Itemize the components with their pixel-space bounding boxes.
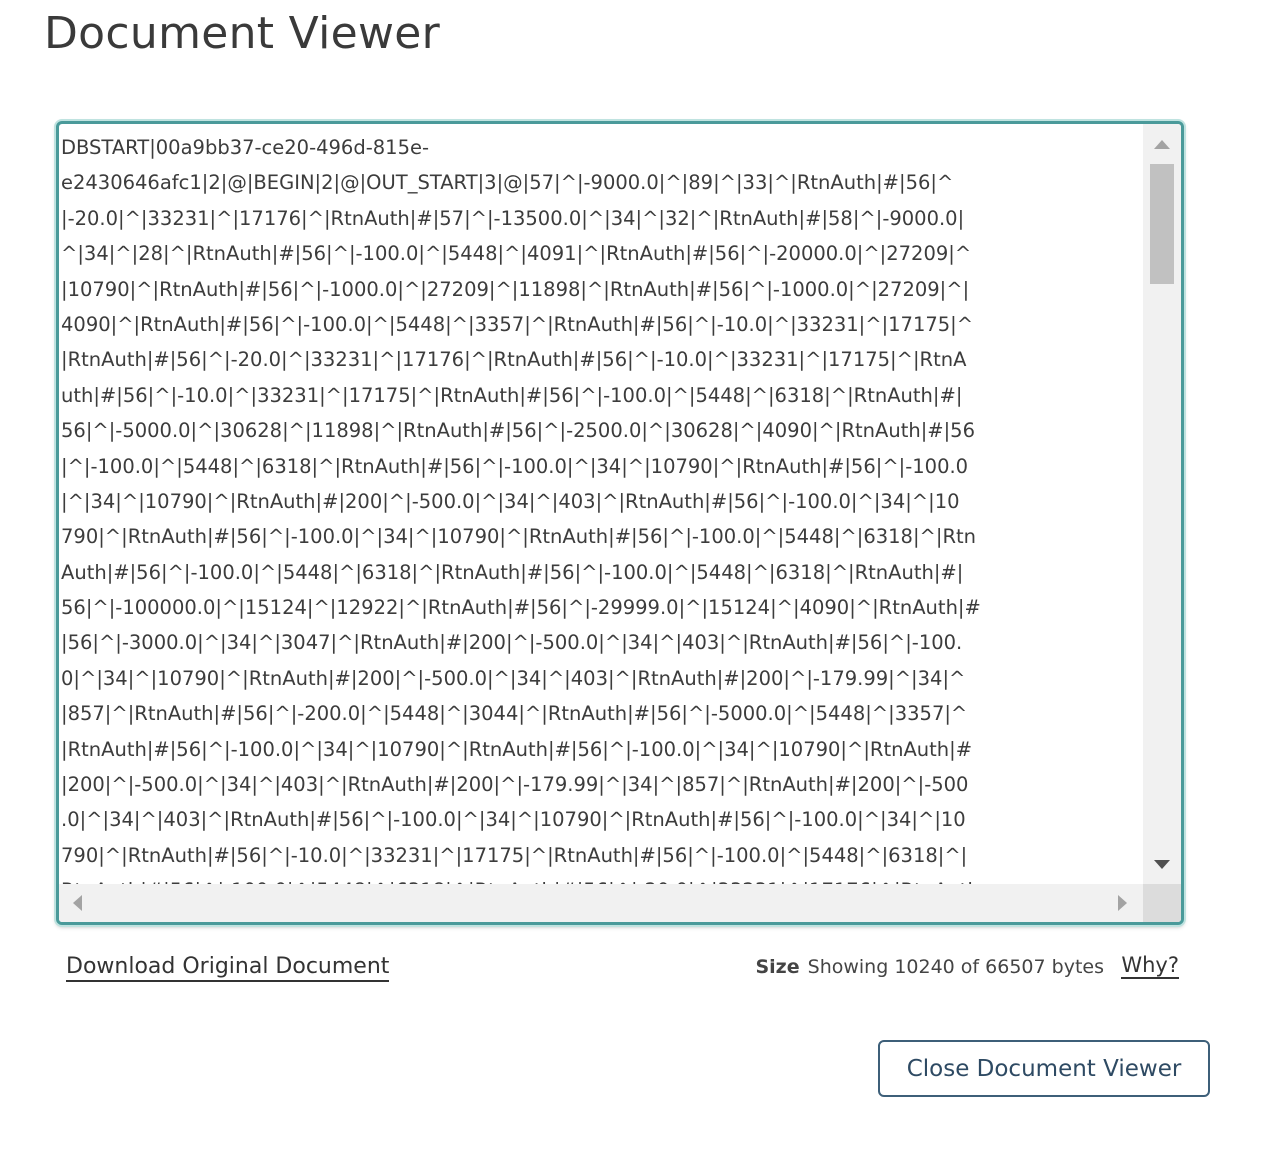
why-link[interactable]: Why? [1121, 953, 1179, 979]
download-original-document-link[interactable]: Download Original Document [66, 954, 390, 982]
horizontal-scrollbar[interactable] [59, 884, 1143, 922]
document-content[interactable]: DBSTART|00a9bb37-ce20-496d-815e-e2430646… [59, 124, 1143, 884]
document-text-line: uth|#|56|^|-10.0|^|33231|^|17175|^|RtnAu… [61, 383, 963, 407]
document-text-line: 790|^|RtnAuth|#|56|^|-10.0|^|33231|^|171… [61, 843, 968, 867]
document-text-line: |^|34|^|10790|^|RtnAuth|#|200|^|-500.0|^… [61, 489, 960, 513]
size-text: Showing 10240 of 66507 bytes [807, 956, 1104, 978]
document-text-line: |RtnAuth|#|56|^|-100.0|^|34|^|10790|^|Rt… [61, 737, 973, 761]
size-info: Size Showing 10240 of 66507 bytes [755, 956, 1104, 978]
document-text-line: e2430646afc1|2|@|BEGIN|2|@|OUT_START|3|@… [61, 171, 954, 195]
vertical-scrollbar-thumb[interactable] [1150, 164, 1174, 284]
scroll-left-arrow-icon[interactable] [73, 895, 82, 911]
vertical-scrollbar[interactable] [1143, 124, 1181, 884]
document-text-line: 0|^|34|^|10790|^|RtnAuth|#|200|^|-500.0|… [61, 666, 966, 690]
document-text-line: 56|^|-5000.0|^|30628|^|11898|^|RtnAuth|#… [61, 419, 975, 443]
scroll-right-arrow-icon[interactable] [1118, 895, 1127, 911]
document-text-line: DBSTART|00a9bb37-ce20-496d-815e- [61, 136, 430, 159]
document-text-area[interactable]: DBSTART|00a9bb37-ce20-496d-815e-e2430646… [56, 121, 1184, 925]
document-text-line: |10790|^|RtnAuth|#|56|^|-1000.0|^|27209|… [61, 277, 970, 301]
document-text-line: .0|^|34|^|403|^|RtnAuth|#|56|^|-100.0|^|… [61, 808, 966, 832]
document-text-line: 56|^|-100000.0|^|15124|^|12922|^|RtnAuth… [61, 596, 981, 620]
document-text-line: |200|^|-500.0|^|34|^|403|^|RtnAuth|#|200… [61, 773, 969, 797]
scrollbar-corner [1143, 884, 1181, 922]
close-document-viewer-button[interactable]: Close Document Viewer [878, 1040, 1210, 1097]
scroll-down-arrow-icon[interactable] [1154, 860, 1170, 869]
document-text-line: 4090|^|RtnAuth|#|56|^|-100.0|^|5448|^|33… [61, 312, 974, 336]
document-text-line: ^|34|^|28|^|RtnAuth|#|56|^|-100.0|^|5448… [61, 242, 972, 266]
document-text-line: |857|^|RtnAuth|#|56|^|-200.0|^|5448|^|30… [61, 702, 968, 726]
document-text-line: 790|^|RtnAuth|#|56|^|-100.0|^|34|^|10790… [61, 525, 976, 549]
document-text-line: RtnAuth|#|56|^|-100.0|^|5448|^|6318|^|Rt… [61, 873, 1143, 884]
document-text-line: |^|-100.0|^|5448|^|6318|^|RtnAuth|#|56|^… [61, 454, 969, 478]
document-text-line: Auth|#|56|^|-100.0|^|5448|^|6318|^|RtnAu… [61, 560, 964, 584]
size-label: Size [755, 956, 800, 978]
document-viewer-page: Document Viewer DBSTART|00a9bb37-ce20-49… [0, 0, 1274, 1158]
document-text-line: |-20.0|^|33231|^|17176|^|RtnAuth|#|57|^|… [61, 206, 965, 230]
scroll-up-arrow-icon[interactable] [1154, 140, 1170, 149]
document-text-line: |RtnAuth|#|56|^|-20.0|^|33231|^|17176|^|… [61, 348, 967, 372]
document-text-line: |56|^|-3000.0|^|34|^|3047|^|RtnAuth|#|20… [61, 631, 963, 655]
page-title: Document Viewer [44, 8, 441, 59]
